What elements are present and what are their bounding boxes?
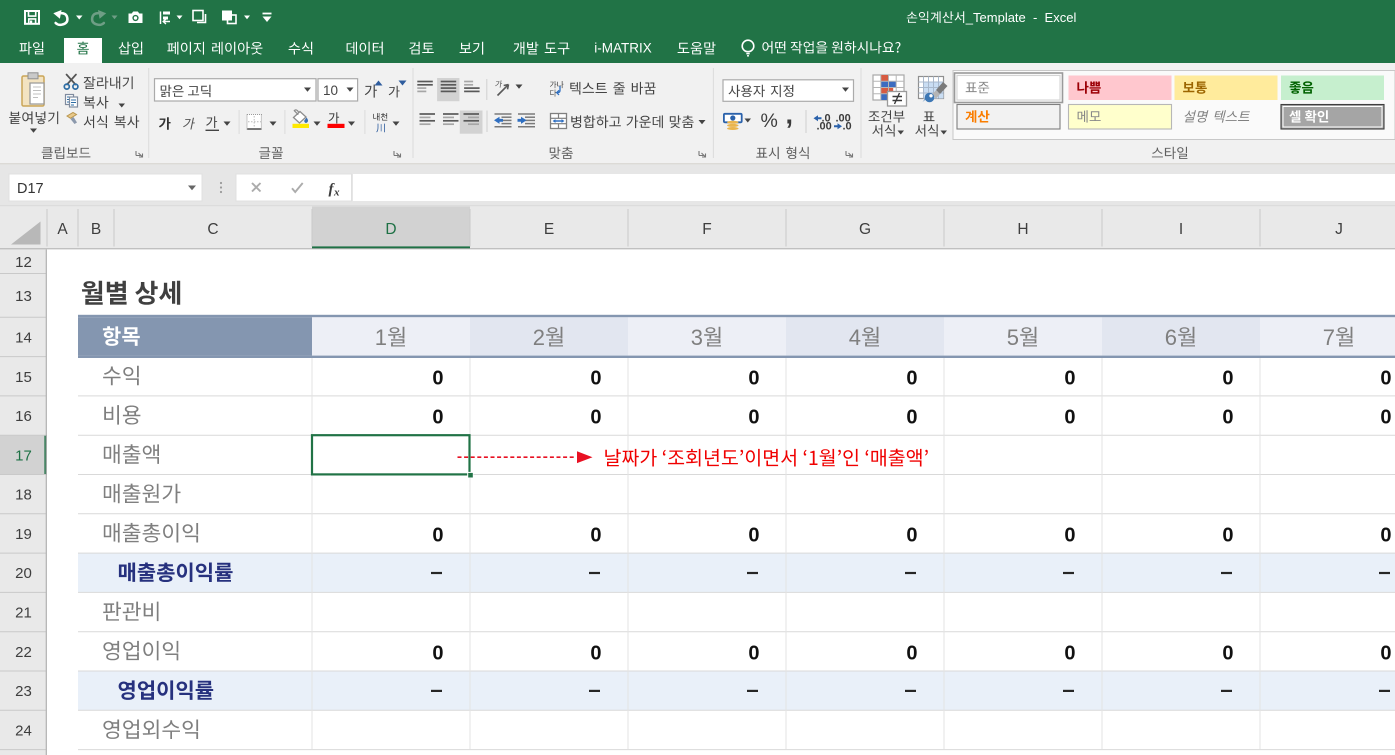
svg-text:0: 0 — [748, 642, 759, 664]
svg-text:0: 0 — [906, 367, 917, 389]
svg-text:0: 0 — [590, 407, 601, 429]
svg-text:0: 0 — [432, 407, 443, 429]
svg-text:22: 22 — [15, 644, 32, 661]
svg-text:0: 0 — [906, 407, 917, 429]
svg-text:0: 0 — [906, 642, 917, 664]
svg-text:G: G — [859, 221, 871, 238]
svg-text:0: 0 — [906, 525, 917, 547]
svg-text:0: 0 — [1222, 367, 1233, 389]
svg-text:0: 0 — [748, 407, 759, 429]
svg-text:0: 0 — [1064, 407, 1075, 429]
svg-text:21: 21 — [15, 605, 32, 622]
svg-text:16: 16 — [15, 408, 32, 425]
svg-text:H: H — [1017, 221, 1028, 238]
svg-text:19: 19 — [15, 526, 32, 543]
svg-text:14: 14 — [15, 330, 32, 347]
svg-text:0: 0 — [432, 367, 443, 389]
svg-text:0: 0 — [590, 642, 601, 664]
svg-text:7: 7 — [1323, 325, 1335, 350]
svg-text:0: 0 — [1222, 525, 1233, 547]
svg-text:4: 4 — [849, 325, 861, 350]
svg-text:10: 10 — [323, 83, 338, 98]
svg-text:0: 0 — [1064, 642, 1075, 664]
svg-text:,: , — [786, 100, 794, 130]
svg-text:A: A — [57, 221, 68, 238]
svg-text:0: 0 — [1380, 642, 1391, 664]
svg-text:1: 1 — [375, 325, 387, 350]
svg-text:0: 0 — [748, 367, 759, 389]
svg-text:B: B — [91, 221, 101, 238]
svg-text:D: D — [385, 221, 396, 238]
svg-text:20: 20 — [15, 565, 32, 582]
svg-text:0: 0 — [432, 525, 443, 547]
svg-text:5: 5 — [1007, 325, 1019, 350]
svg-text:0: 0 — [1380, 407, 1391, 429]
svg-text:J: J — [1335, 221, 1343, 238]
svg-text:i-MATRIX: i-MATRIX — [594, 41, 652, 56]
svg-text:0: 0 — [590, 525, 601, 547]
svg-text:12: 12 — [15, 254, 32, 271]
svg-text:I: I — [1179, 221, 1183, 238]
svg-text:%: % — [761, 110, 778, 132]
svg-text:.00: .00 — [817, 121, 832, 133]
svg-text:D17: D17 — [17, 181, 44, 197]
svg-text:0: 0 — [432, 642, 443, 664]
svg-text:C: C — [207, 221, 218, 238]
svg-text:0: 0 — [1064, 525, 1075, 547]
svg-text:0: 0 — [590, 367, 601, 389]
svg-text:0: 0 — [1380, 525, 1391, 547]
svg-text:x: x — [333, 187, 340, 199]
svg-text:6: 6 — [1165, 325, 1177, 350]
svg-text:_Template - Excel: _Template - Excel — [965, 10, 1077, 25]
svg-text:2: 2 — [533, 325, 545, 350]
svg-text:17: 17 — [15, 447, 32, 464]
svg-text:23: 23 — [15, 683, 32, 700]
svg-text:E: E — [544, 221, 554, 238]
svg-text:0: 0 — [1064, 367, 1075, 389]
svg-text:13: 13 — [15, 288, 32, 305]
svg-text:0: 0 — [1222, 642, 1233, 664]
svg-text:0: 0 — [1222, 407, 1233, 429]
svg-text:F: F — [702, 221, 711, 238]
svg-text:24: 24 — [15, 722, 32, 739]
svg-text:.0: .0 — [843, 121, 852, 133]
svg-text:3: 3 — [691, 325, 703, 350]
svg-text:18: 18 — [15, 487, 32, 504]
svg-text:15: 15 — [15, 369, 32, 386]
svg-text:0: 0 — [748, 525, 759, 547]
svg-text:0: 0 — [1380, 367, 1391, 389]
